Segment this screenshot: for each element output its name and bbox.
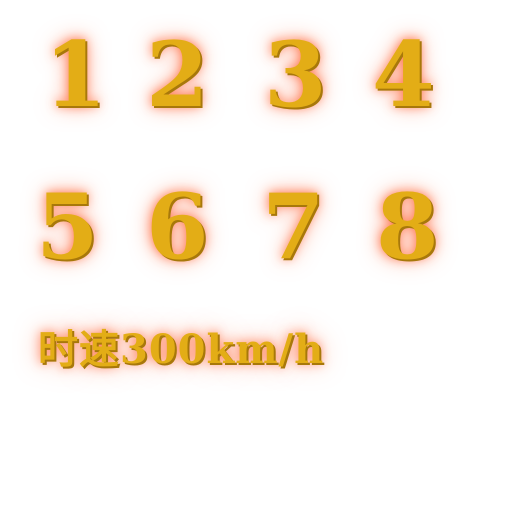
digit-4: 4 — [372, 22, 435, 128]
digit-1: 1 — [44, 22, 107, 128]
speed-caption: 时速300km/h — [38, 326, 325, 373]
digit-5: 5 — [36, 174, 99, 280]
digit-3: 3 — [264, 22, 327, 128]
digit-6: 6 — [146, 174, 209, 280]
digit-8: 8 — [376, 174, 439, 280]
digit-2: 2 — [146, 22, 209, 128]
digit-7: 7 — [262, 174, 325, 280]
